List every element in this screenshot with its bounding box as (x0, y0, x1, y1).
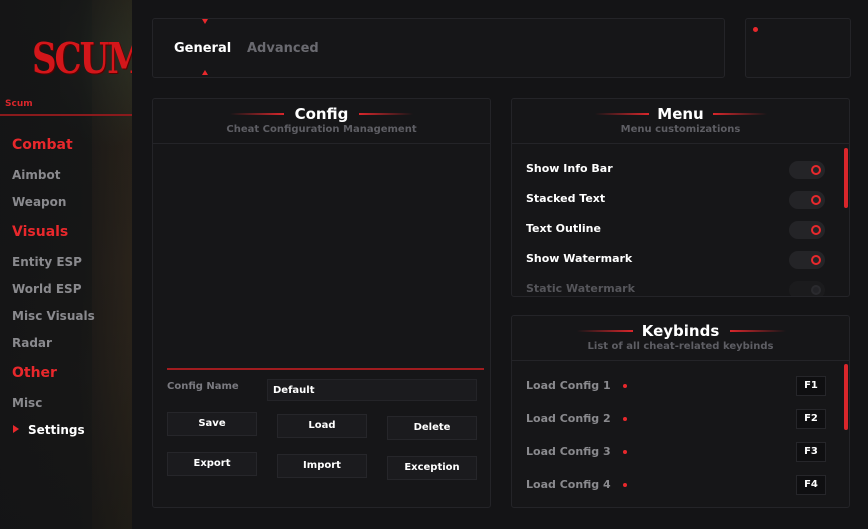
logo: SCUM (32, 34, 132, 84)
config-name-label: Config Name (167, 381, 239, 392)
active-arrow-icon (13, 425, 19, 433)
toggle-show-watermark[interactable] (789, 251, 825, 269)
exception-button[interactable]: Exception (387, 456, 477, 480)
option-show-watermark: Show Watermark (526, 252, 633, 265)
keybind-label: Load Config 4 (526, 478, 611, 491)
keybind-dot-icon (623, 417, 627, 421)
nav-item-radar[interactable]: Radar (12, 336, 52, 350)
config-divider (167, 368, 484, 370)
config-subtitle: Cheat Configuration Management (226, 124, 417, 135)
keybinds-subtitle: List of all cheat-related keybinds (587, 341, 774, 352)
nav-category-visuals: Visuals (12, 224, 69, 240)
load-button[interactable]: Load (277, 414, 367, 438)
config-title: Config (294, 105, 349, 123)
nav-category-combat: Combat (12, 137, 73, 153)
keybind-label: Load Config 1 (526, 379, 611, 392)
export-button[interactable]: Export (167, 452, 257, 476)
keybinds-panel: Keybinds List of all cheat-related keybi… (511, 315, 850, 508)
option-show-info-bar: Show Info Bar (526, 162, 613, 175)
sidebar: SCUM Scum Combat Aimbot Weapon Visuals E… (0, 0, 132, 529)
brand-label: Scum (5, 99, 33, 109)
brand-divider (0, 114, 132, 116)
save-button[interactable]: Save (167, 412, 257, 436)
keybinds-title: Keybinds (641, 322, 720, 340)
keybinds-scrollbar[interactable] (844, 364, 848, 430)
delete-button[interactable]: Delete (387, 416, 477, 440)
option-stacked-text: Stacked Text (526, 192, 606, 205)
keybind-dot-icon (623, 384, 627, 388)
nav-item-world-esp[interactable]: World ESP (12, 282, 82, 296)
keybind-key[interactable]: F3 (796, 442, 826, 462)
keybind-label: Load Config 2 (526, 412, 611, 425)
tab-general[interactable]: General (174, 41, 231, 56)
nav-item-aimbot[interactable]: Aimbot (12, 168, 60, 182)
nav-item-misc-visuals[interactable]: Misc Visuals (12, 309, 95, 323)
tab-bar: General Advanced (152, 18, 725, 78)
toggle-text-outline[interactable] (789, 221, 825, 239)
import-button[interactable]: Import (277, 454, 367, 478)
config-name-input[interactable] (267, 379, 477, 401)
menu-subtitle: Menu customizations (620, 124, 741, 135)
toggle-static-watermark[interactable] (789, 281, 825, 296)
nav-item-misc[interactable]: Misc (12, 396, 42, 410)
keybind-dot-icon (623, 483, 627, 487)
menu-scrollbar[interactable] (844, 148, 848, 208)
option-static-watermark: Static Watermark (526, 282, 635, 295)
keybind-key[interactable]: F2 (796, 409, 826, 429)
tab-advanced[interactable]: Advanced (247, 41, 319, 56)
keybind-dot-icon (623, 450, 627, 454)
menu-panel: Menu Menu customizations Show Info Bar S… (511, 98, 850, 297)
nav-category-other: Other (12, 365, 57, 381)
nav-item-entity-esp[interactable]: Entity ESP (12, 255, 82, 269)
toggle-stacked-text[interactable] (789, 191, 825, 209)
config-panel: Config Cheat Configuration Management Co… (152, 98, 491, 508)
keybind-key[interactable]: F4 (796, 475, 826, 495)
status-box (745, 18, 851, 78)
nav-item-settings[interactable]: Settings (28, 423, 85, 437)
status-dot-icon (753, 27, 758, 32)
menu-title: Menu (657, 105, 704, 123)
keybind-label: Load Config 3 (526, 445, 611, 458)
tab-indicator-top-icon (202, 19, 208, 24)
option-text-outline: Text Outline (526, 222, 601, 235)
tab-indicator-bottom-icon (202, 70, 208, 75)
keybind-key[interactable]: F1 (796, 376, 826, 396)
nav-item-weapon[interactable]: Weapon (12, 195, 66, 209)
toggle-show-info-bar[interactable] (789, 161, 825, 179)
